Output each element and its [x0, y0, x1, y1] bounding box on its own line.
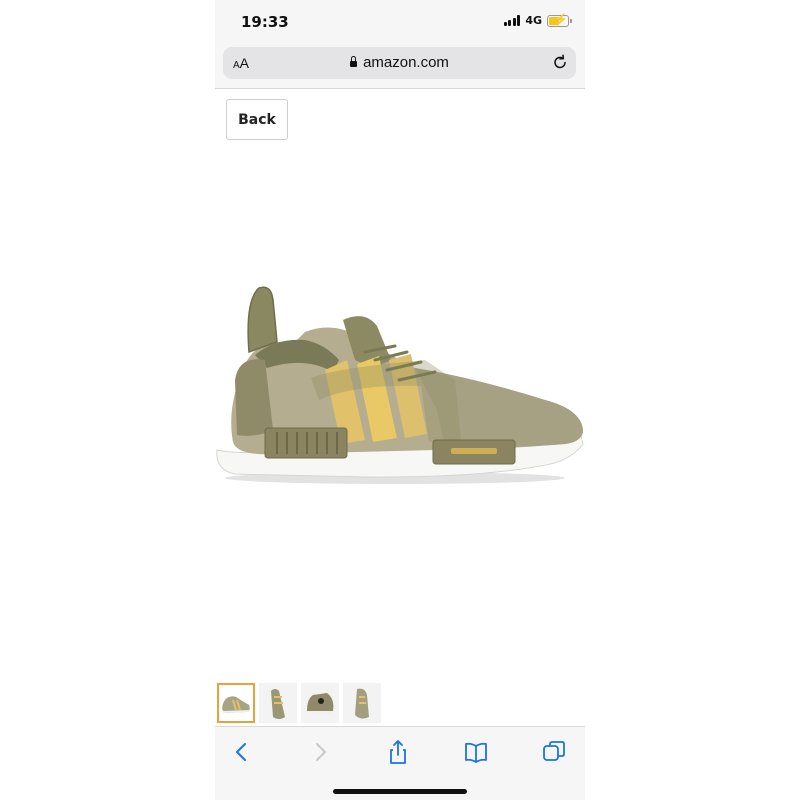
forward-icon[interactable]	[307, 739, 333, 765]
share-icon[interactable]	[385, 739, 411, 765]
thumbnail-strip	[217, 683, 381, 723]
thumbnail-1[interactable]	[217, 683, 255, 723]
signal-icon	[503, 15, 521, 26]
back-button[interactable]: Back	[226, 99, 288, 140]
thumbnail-2[interactable]	[259, 683, 297, 723]
status-indicators: 4G ⚡	[503, 14, 572, 27]
address-bar[interactable]: AA amazon.com	[223, 47, 576, 79]
back-icon[interactable]	[229, 739, 255, 765]
network-type: 4G	[525, 14, 542, 27]
phone-screen: 19:33 4G ⚡ AA amazon.com Back	[215, 0, 585, 800]
status-bar: 19:33 4G ⚡	[215, 0, 585, 44]
battery-icon: ⚡	[547, 14, 572, 27]
status-time: 19:33	[241, 13, 289, 31]
bookmarks-icon[interactable]	[463, 739, 489, 765]
thumbnail-4[interactable]	[343, 683, 381, 723]
tabs-icon[interactable]	[541, 739, 567, 765]
home-indicator[interactable]	[333, 789, 467, 794]
address-bar-area: AA amazon.com	[215, 44, 585, 89]
thumbnail-3[interactable]	[301, 683, 339, 723]
url-display[interactable]: amazon.com	[223, 54, 576, 71]
domain-text: amazon.com	[363, 54, 449, 71]
lock-icon	[350, 56, 358, 67]
reload-icon[interactable]	[550, 52, 570, 72]
browser-toolbar	[215, 726, 585, 800]
product-image[interactable]	[215, 260, 585, 500]
